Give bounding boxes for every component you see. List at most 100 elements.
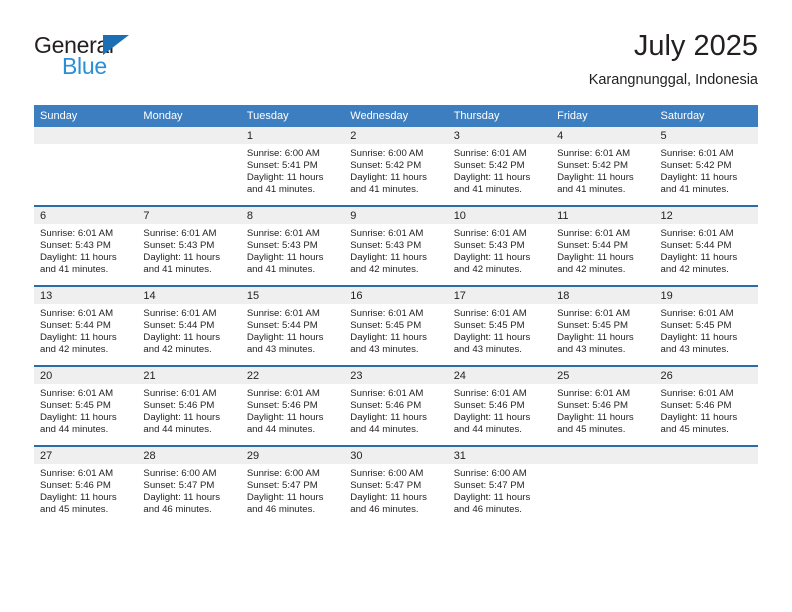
daylight-duration-line2: and 41 minutes. — [453, 183, 522, 195]
day-number: 16 — [344, 287, 448, 304]
calendar-day-cell[interactable]: 30 Sunrise: 6:00 AM Sunset: 5:47 PM Dayligh… — [344, 445, 448, 525]
sunset-time: Sunset: 5:43 PM — [40, 239, 111, 251]
calendar-day-cell[interactable]: 19 Sunrise: 6:01 AM Sunset: 5:45 PM Dayligh… — [654, 285, 758, 366]
calendar-day-cell[interactable]: 6 Sunrise: 6:01 AM Sunset: 5:43 PM Daylight… — [34, 205, 138, 286]
sunrise-time: Sunrise: 6:01 AM — [246, 228, 320, 239]
calendar-day-cell[interactable]: 10 Sunrise: 6:01 AM Sunset: 5:43 PM Dayligh… — [447, 205, 552, 286]
calendar-day-cell[interactable]: 12 Sunrise: 6:01 AM Sunset: 5:44 PM Dayligh… — [654, 205, 758, 286]
daylight-duration-line2: and 45 minutes. — [40, 503, 109, 515]
day-number: 11 — [551, 207, 655, 224]
sunrise-time: Sunrise: 6:01 AM — [557, 228, 631, 239]
calendar-day-cell[interactable]: 13 Sunrise: 6:01 AM Sunset: 5:44 PM Dayligh… — [34, 285, 138, 366]
calendar-day-cell[interactable]: 26 Sunrise: 6:01 AM Sunset: 5:46 PM Dayligh… — [654, 365, 758, 446]
calendar-day-cell[interactable]: 3 Sunrise: 6:01 AM Sunset: 5:42 PM Daylight… — [447, 127, 552, 206]
day-number: 24 — [447, 367, 552, 384]
calendar-day-cell[interactable]: 23 Sunrise: 6:01 AM Sunset: 5:46 PM Dayligh… — [344, 365, 448, 446]
day-number: 7 — [137, 207, 241, 224]
day-number: 21 — [137, 367, 241, 384]
sunset-time: Sunset: 5:44 PM — [557, 239, 629, 251]
day-cell-content: 12 Sunrise: 6:01 AM Sunset: 5:44 PM Dayligh… — [654, 207, 758, 285]
sunset-time: Sunset: 5:46 PM — [557, 399, 629, 411]
sunrise-time: Sunrise: 6:01 AM — [143, 388, 217, 399]
day-number: 28 — [137, 447, 241, 464]
day-details: Sunrise: 6:00 AM Sunset: 5:41 PM Daylight:… — [241, 144, 344, 196]
day-details: Sunrise: 6:01 AM Sunset: 5:46 PM Daylight:… — [137, 384, 240, 436]
sunrise-time: Sunrise: 6:01 AM — [660, 388, 734, 399]
day-details: Sunrise: 6:01 AM Sunset: 5:44 PM Daylight:… — [551, 224, 654, 276]
sunset-time: Sunset: 5:47 PM — [453, 479, 525, 491]
sunrise-time: Sunrise: 6:01 AM — [453, 148, 527, 159]
calendar-day-cell[interactable]: 16 Sunrise: 6:01 AM Sunset: 5:45 PM Dayligh… — [344, 285, 448, 366]
day-cell-content: 23 Sunrise: 6:01 AM Sunset: 5:46 PM Dayligh… — [344, 367, 448, 445]
day-cell-content: 18 Sunrise: 6:01 AM Sunset: 5:45 PM Dayligh… — [551, 287, 655, 365]
sunrise-time: Sunrise: 6:01 AM — [40, 468, 114, 479]
calendar-day-cell[interactable]: 9 Sunrise: 6:01 AM Sunset: 5:43 PM Daylight… — [344, 205, 448, 286]
sunset-time: Sunset: 5:44 PM — [40, 319, 111, 331]
calendar-day-cell[interactable]: 20 Sunrise: 6:01 AM Sunset: 5:45 PM Dayligh… — [34, 365, 138, 446]
calendar-header-row: Sunday Monday Tuesday Wednesday Thursday… — [34, 105, 758, 127]
day-cell-content: 14 Sunrise: 6:01 AM Sunset: 5:44 PM Dayligh… — [137, 287, 241, 365]
calendar-day-cell[interactable]: 1 Sunrise: 6:00 AM Sunset: 5:41 PM Daylight… — [240, 127, 345, 206]
sunset-time: Sunset: 5:47 PM — [350, 479, 422, 491]
daylight-duration-line2: and 46 minutes. — [453, 503, 522, 515]
daylight-duration-line1: Daylight: 11 hours — [660, 251, 738, 263]
day-cell-content — [137, 127, 241, 205]
calendar-week-row: 6 Sunrise: 6:01 AM Sunset: 5:43 PM Daylight… — [34, 205, 758, 286]
calendar-day-cell[interactable]: 25 Sunrise: 6:01 AM Sunset: 5:46 PM Dayligh… — [551, 365, 655, 446]
daylight-duration-line1: Daylight: 11 hours — [453, 491, 531, 503]
day-number — [34, 127, 138, 144]
day-cell-content: 26 Sunrise: 6:01 AM Sunset: 5:46 PM Dayligh… — [654, 367, 758, 445]
calendar-day-cell[interactable]: 24 Sunrise: 6:01 AM Sunset: 5:46 PM Dayligh… — [447, 365, 552, 446]
weekday-header-tuesday: Tuesday — [240, 105, 345, 127]
calendar-day-cell[interactable]: 29 Sunrise: 6:00 AM Sunset: 5:47 PM Dayligh… — [240, 445, 345, 525]
day-cell-content: 20 Sunrise: 6:01 AM Sunset: 5:45 PM Dayligh… — [34, 367, 138, 445]
sunrise-time: Sunrise: 6:00 AM — [246, 468, 320, 479]
calendar-day-cell[interactable]: 27 Sunrise: 6:01 AM Sunset: 5:46 PM Dayligh… — [34, 445, 138, 525]
day-cell-content: 6 Sunrise: 6:01 AM Sunset: 5:43 PM Daylight… — [34, 207, 138, 285]
calendar-day-cell[interactable]: 14 Sunrise: 6:01 AM Sunset: 5:44 PM Dayligh… — [137, 285, 241, 366]
calendar-day-cell[interactable]: 8 Sunrise: 6:01 AM Sunset: 5:43 PM Daylight… — [240, 205, 345, 286]
sunset-time: Sunset: 5:45 PM — [350, 319, 422, 331]
day-number — [551, 447, 655, 464]
calendar-day-cell[interactable]: 7 Sunrise: 6:01 AM Sunset: 5:43 PM Daylight… — [137, 205, 241, 286]
sunrise-time: Sunrise: 6:01 AM — [246, 308, 320, 319]
daylight-duration-line1: Daylight: 11 hours — [143, 251, 221, 263]
day-cell-content: 2 Sunrise: 6:00 AM Sunset: 5:42 PM Daylight… — [344, 127, 448, 205]
sunset-time: Sunset: 5:42 PM — [557, 159, 629, 171]
day-details: Sunrise: 6:01 AM Sunset: 5:45 PM Daylight:… — [551, 304, 654, 356]
day-details: Sunrise: 6:00 AM Sunset: 5:47 PM Daylight:… — [137, 464, 240, 516]
day-cell-content: 5 Sunrise: 6:01 AM Sunset: 5:42 PM Daylight… — [654, 127, 758, 205]
day-number: 1 — [240, 127, 345, 144]
sunrise-time: Sunrise: 6:01 AM — [143, 308, 217, 319]
calendar-day-cell[interactable]: 18 Sunrise: 6:01 AM Sunset: 5:45 PM Dayligh… — [551, 285, 655, 366]
logo-text-blue: Blue — [62, 53, 107, 79]
calendar-day-cell — [654, 445, 758, 525]
day-details: Sunrise: 6:01 AM Sunset: 5:42 PM Daylight:… — [448, 144, 551, 196]
sunrise-time: Sunrise: 6:00 AM — [350, 148, 424, 159]
general-blue-logo[interactable]: General Blue — [34, 32, 184, 82]
calendar-day-cell[interactable]: 31 Sunrise: 6:00 AM Sunset: 5:47 PM Dayligh… — [447, 445, 552, 525]
calendar-day-cell[interactable]: 21 Sunrise: 6:01 AM Sunset: 5:46 PM Dayligh… — [137, 365, 241, 446]
calendar-day-cell[interactable]: 11 Sunrise: 6:01 AM Sunset: 5:44 PM Dayligh… — [551, 205, 655, 286]
sunrise-time: Sunrise: 6:01 AM — [350, 228, 424, 239]
daylight-duration-line2: and 41 minutes. — [557, 183, 626, 195]
calendar-day-cell[interactable]: 28 Sunrise: 6:00 AM Sunset: 5:47 PM Dayligh… — [137, 445, 241, 525]
sunrise-sunset-calendar-table: Sunday Monday Tuesday Wednesday Thursday… — [34, 105, 758, 525]
daylight-duration-line1: Daylight: 11 hours — [453, 171, 531, 183]
calendar-day-cell[interactable]: 5 Sunrise: 6:01 AM Sunset: 5:42 PM Daylight… — [654, 127, 758, 206]
daylight-duration-line1: Daylight: 11 hours — [40, 331, 117, 343]
weekday-header-saturday: Saturday — [654, 105, 758, 127]
calendar-day-cell[interactable]: 22 Sunrise: 6:01 AM Sunset: 5:46 PM Dayligh… — [240, 365, 345, 446]
calendar-day-cell[interactable]: 4 Sunrise: 6:01 AM Sunset: 5:42 PM Daylight… — [551, 127, 655, 206]
day-number — [654, 447, 758, 464]
calendar-day-cell[interactable]: 15 Sunrise: 6:01 AM Sunset: 5:44 PM Dayligh… — [240, 285, 345, 366]
calendar-day-cell — [34, 127, 138, 206]
calendar-day-cell[interactable]: 2 Sunrise: 6:00 AM Sunset: 5:42 PM Daylight… — [344, 127, 448, 206]
day-details: Sunrise: 6:01 AM Sunset: 5:45 PM Daylight:… — [344, 304, 447, 356]
daylight-duration-line2: and 42 minutes. — [350, 263, 419, 275]
calendar-body: 1 Sunrise: 6:00 AM Sunset: 5:41 PM Daylight… — [34, 127, 758, 525]
day-cell-content: 25 Sunrise: 6:01 AM Sunset: 5:46 PM Dayligh… — [551, 367, 655, 445]
day-cell-content: 28 Sunrise: 6:00 AM Sunset: 5:47 PM Dayligh… — [137, 447, 241, 525]
calendar-day-cell[interactable]: 17 Sunrise: 6:01 AM Sunset: 5:45 PM Dayligh… — [447, 285, 552, 366]
day-details: Sunrise: 6:00 AM Sunset: 5:47 PM Daylight:… — [241, 464, 344, 516]
